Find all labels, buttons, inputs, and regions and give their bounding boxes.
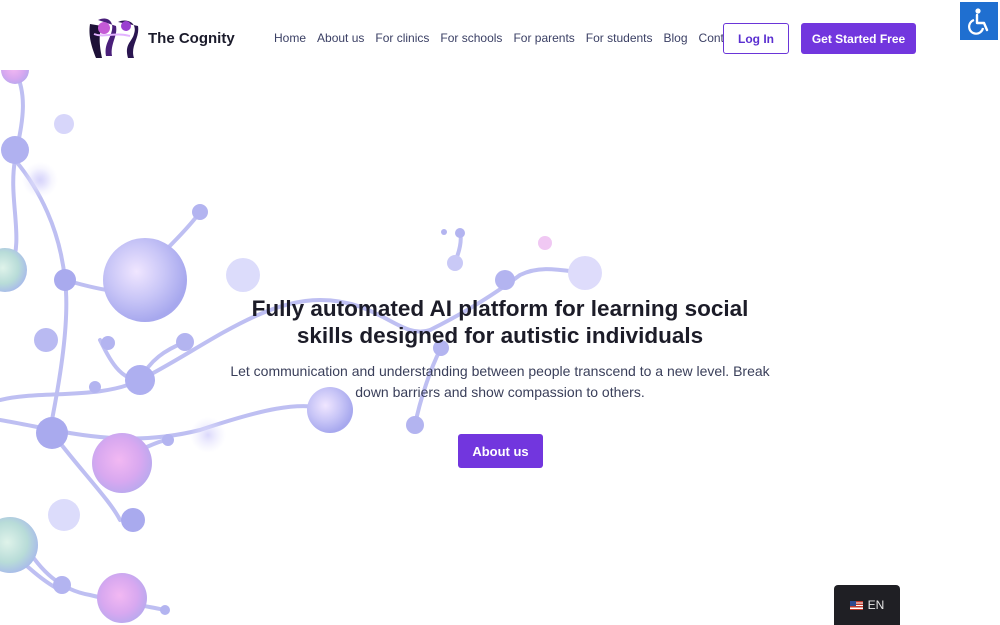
language-label: EN (867, 598, 885, 612)
cognity-logo[interactable] (84, 14, 142, 62)
nav-for-parents[interactable]: For parents (513, 31, 574, 45)
nav-for-schools[interactable]: For schools (440, 31, 502, 45)
about-us-button[interactable]: About us (458, 434, 543, 468)
hero-subtitle-line-1: Let communication and understanding betw… (230, 363, 770, 379)
hero-title: Fully automated AI platform for learning… (200, 295, 800, 349)
login-button[interactable]: Log In (723, 23, 789, 54)
hero-subtitle-line-2: down barriers and show compassion to oth… (355, 384, 645, 400)
get-started-button[interactable]: Get Started Free (801, 23, 916, 54)
hero-title-line-1: Fully automated AI platform for learning… (251, 296, 749, 321)
brand-name[interactable]: The Cognity (148, 30, 235, 47)
nav-for-clinics[interactable]: For clinics (375, 31, 429, 45)
us-flag-icon (849, 600, 863, 610)
site-header: The Cognity Home About us For clinics Fo… (0, 0, 1000, 70)
nav-for-students[interactable]: For students (586, 31, 653, 45)
nav-about-us[interactable]: About us (317, 31, 364, 45)
wheelchair-icon (968, 8, 989, 35)
accessibility-button[interactable] (960, 2, 998, 40)
hero-title-line-2: skills designed for autistic individuals (296, 323, 704, 348)
language-switcher[interactable]: EN (834, 585, 900, 625)
hero-subtitle: Let communication and understanding betw… (220, 361, 780, 403)
nav-blog[interactable]: Blog (664, 31, 688, 45)
main-nav: Home About us For clinics For schools Fo… (274, 31, 751, 45)
nav-home[interactable]: Home (274, 31, 306, 45)
